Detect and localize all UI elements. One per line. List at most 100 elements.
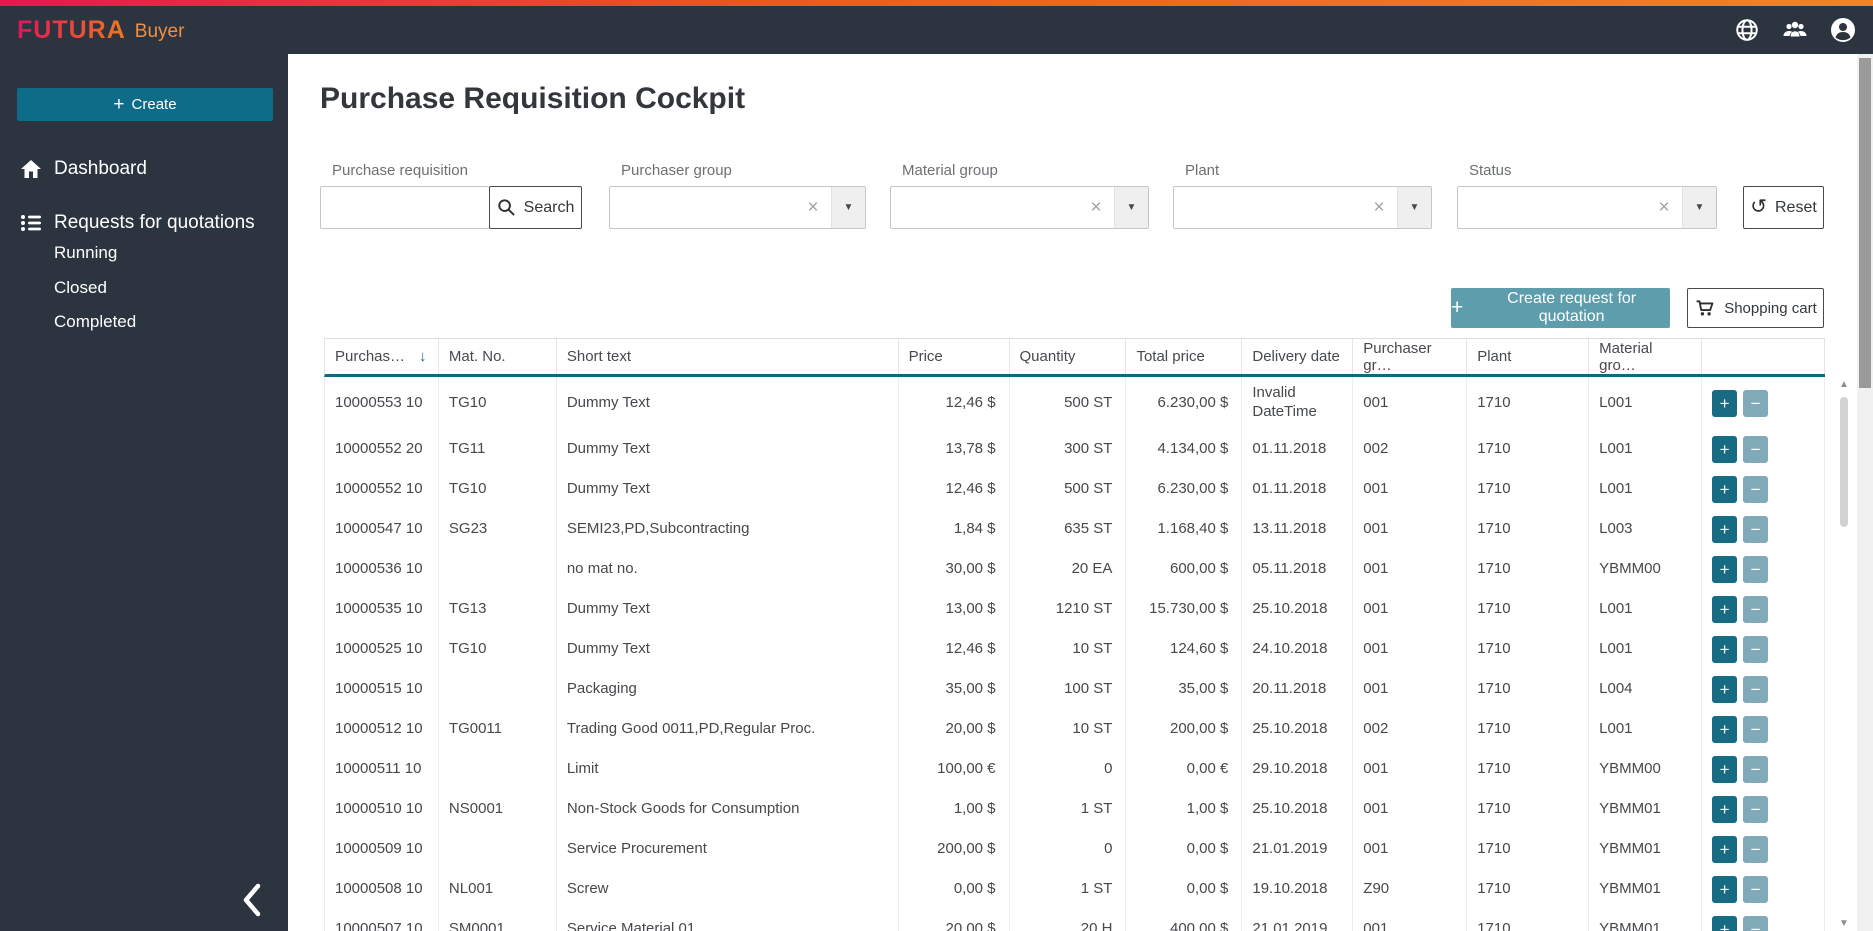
add-to-cart-button[interactable]: + [1712, 475, 1738, 503]
add-to-cart-button[interactable]: + [1712, 795, 1738, 823]
combobox-value[interactable] [1458, 187, 1651, 228]
globe-icon[interactable] [1733, 16, 1761, 44]
remove-from-cart-button[interactable]: − [1743, 835, 1769, 863]
table-row[interactable]: 10000509 10 Service Procurement 200,00 $… [325, 829, 1825, 869]
shopping-cart-button[interactable]: Shopping cart [1687, 288, 1824, 328]
remove-from-cart-button[interactable]: − [1743, 715, 1769, 743]
table-row[interactable]: 10000552 10 TG10 Dummy Text 12,46 $ 500 … [325, 469, 1825, 509]
add-to-cart-button[interactable]: + [1712, 915, 1738, 931]
search-button[interactable]: Search [489, 186, 582, 229]
add-to-cart-button[interactable]: + [1712, 595, 1738, 623]
clear-icon[interactable]: × [1366, 187, 1392, 228]
cell-short-text: Non-Stock Goods for Consumption [557, 789, 899, 829]
chevron-down-icon[interactable]: ▼ [831, 187, 865, 228]
material-group-combobox[interactable]: × ▼ [890, 186, 1149, 229]
add-to-cart-button[interactable]: + [1712, 435, 1738, 463]
clear-icon[interactable]: × [1651, 187, 1677, 228]
sidebar-item-dashboard[interactable]: Dashboard [0, 151, 288, 187]
table-row[interactable]: 10000507 10 SM0001 Service Material 01 2… [325, 909, 1825, 931]
remove-from-cart-button[interactable]: − [1743, 755, 1769, 783]
table-row[interactable]: 10000525 10 TG10 Dummy Text 12,46 $ 10 S… [325, 629, 1825, 669]
column-header-mat-no[interactable]: Mat. No. [439, 339, 557, 374]
chevron-down-icon[interactable]: ▼ [1114, 187, 1148, 228]
add-to-cart-button[interactable]: + [1712, 555, 1738, 583]
cell-price: 0,00 $ [899, 869, 1010, 909]
team-icon[interactable] [1781, 16, 1809, 44]
column-header-quantity[interactable]: Quantity [1010, 339, 1127, 374]
table-row[interactable]: 10000511 10 Limit 100,00 € 0 0,00 € 29.1… [325, 749, 1825, 789]
combobox-value[interactable] [610, 187, 800, 228]
cell-purchase-requisition: 10000553 10 [325, 377, 439, 429]
sidebar-subitem-running[interactable]: Running [0, 238, 288, 268]
create-button[interactable]: + Create [17, 88, 273, 121]
table-row[interactable]: 10000512 10 TG0011 Trading Good 0011,PD,… [325, 709, 1825, 749]
add-to-cart-button[interactable]: + [1712, 755, 1738, 783]
add-to-cart-button[interactable]: + [1712, 875, 1738, 903]
column-header-short-text[interactable]: Short text [557, 339, 899, 374]
remove-from-cart-button[interactable]: − [1743, 595, 1769, 623]
purchase-requisition-input[interactable] [320, 186, 490, 229]
add-to-cart-button[interactable]: + [1712, 715, 1738, 743]
clear-icon[interactable]: × [1083, 187, 1109, 228]
add-to-cart-button[interactable]: + [1712, 675, 1738, 703]
remove-from-cart-button[interactable]: − [1743, 635, 1769, 663]
plant-combobox[interactable]: × ▼ [1173, 186, 1432, 229]
column-label: Mat. No. [448, 348, 506, 365]
table-scrollbar-thumb[interactable] [1840, 397, 1848, 527]
table-row[interactable]: 10000510 10 NS0001 Non-Stock Goods for C… [325, 789, 1825, 829]
table-row[interactable]: 10000535 10 TG13 Dummy Text 13,00 $ 1210… [325, 589, 1825, 629]
column-header-total-price[interactable]: Total price [1126, 339, 1243, 374]
add-to-cart-button[interactable]: + [1712, 389, 1738, 417]
column-header-purchaser-group[interactable]: Purchaser gr… [1353, 339, 1468, 374]
remove-from-cart-button[interactable]: − [1743, 555, 1769, 583]
remove-from-cart-button[interactable]: − [1743, 435, 1769, 463]
purchaser-group-combobox[interactable]: × ▼ [609, 186, 866, 229]
column-header-plant[interactable]: Plant [1467, 339, 1590, 374]
table-row[interactable]: 10000552 20 TG11 Dummy Text 13,78 $ 300 … [325, 429, 1825, 469]
add-to-cart-button[interactable]: + [1712, 635, 1738, 663]
table-scrollbar[interactable]: ▲ ▼ [1837, 377, 1851, 931]
account-icon[interactable] [1829, 16, 1857, 44]
sidebar-collapse-button[interactable] [232, 878, 272, 922]
clear-icon[interactable]: × [800, 187, 826, 228]
remove-from-cart-button[interactable]: − [1743, 675, 1769, 703]
combobox-value[interactable] [1174, 187, 1366, 228]
chevron-down-icon[interactable]: ▼ [1397, 187, 1431, 228]
scroll-up-icon[interactable]: ▲ [1837, 379, 1851, 390]
cell-actions: + − [1702, 789, 1825, 829]
table-row[interactable]: 10000553 10 TG10 Dummy Text 12,46 $ 500 … [325, 377, 1825, 429]
table-row[interactable]: 10000515 10 Packaging 35,00 $ 100 ST 35,… [325, 669, 1825, 709]
subitem-label: Completed [54, 312, 137, 331]
table-row[interactable]: 10000508 10 NL001 Screw 0,00 $ 1 ST 0,00… [325, 869, 1825, 909]
column-header-purchase[interactable]: Purchas… ↓ [325, 339, 439, 374]
cell-delivery-date: 13.11.2018 [1242, 509, 1354, 549]
create-rfq-button[interactable]: + Create request for quotation [1451, 288, 1670, 328]
remove-from-cart-button[interactable]: − [1743, 915, 1769, 931]
combobox-value[interactable] [891, 187, 1083, 228]
table-row[interactable]: 10000547 10 SG23 SEMI23,PD,Subcontractin… [325, 509, 1825, 549]
table-row[interactable]: 10000536 10 no mat no. 30,00 $ 20 EA 600… [325, 549, 1825, 589]
add-to-cart-button[interactable]: + [1712, 835, 1738, 863]
remove-from-cart-button[interactable]: − [1743, 795, 1769, 823]
column-header-price[interactable]: Price [899, 339, 1010, 374]
scroll-down-icon[interactable]: ▼ [1837, 918, 1851, 929]
column-header-delivery-date[interactable]: Delivery date [1242, 339, 1354, 374]
remove-from-cart-button[interactable]: − [1743, 515, 1769, 543]
cell-purchaser-group: 001 [1353, 549, 1468, 589]
reset-button[interactable]: ↺ Reset [1743, 186, 1824, 229]
column-header-material-group[interactable]: Material gro… [1589, 339, 1703, 374]
sidebar-subitem-completed[interactable]: Completed [0, 307, 288, 337]
sidebar-item-requests-for-quotations[interactable]: Requests for quotations [0, 205, 288, 241]
cell-material-number: TG10 [439, 629, 557, 669]
remove-from-cart-button[interactable]: − [1743, 389, 1769, 417]
page-scrollbar[interactable] [1857, 54, 1873, 931]
cell-actions: + − [1702, 869, 1825, 909]
status-combobox[interactable]: × ▼ [1457, 186, 1717, 229]
remove-from-cart-button[interactable]: − [1743, 875, 1769, 903]
cell-short-text: Service Procurement [557, 829, 899, 869]
chevron-down-icon[interactable]: ▼ [1682, 187, 1716, 228]
remove-from-cart-button[interactable]: − [1743, 475, 1769, 503]
add-to-cart-button[interactable]: + [1712, 515, 1738, 543]
sidebar-subitem-closed[interactable]: Closed [0, 273, 288, 303]
page-scrollbar-thumb[interactable] [1859, 58, 1871, 388]
